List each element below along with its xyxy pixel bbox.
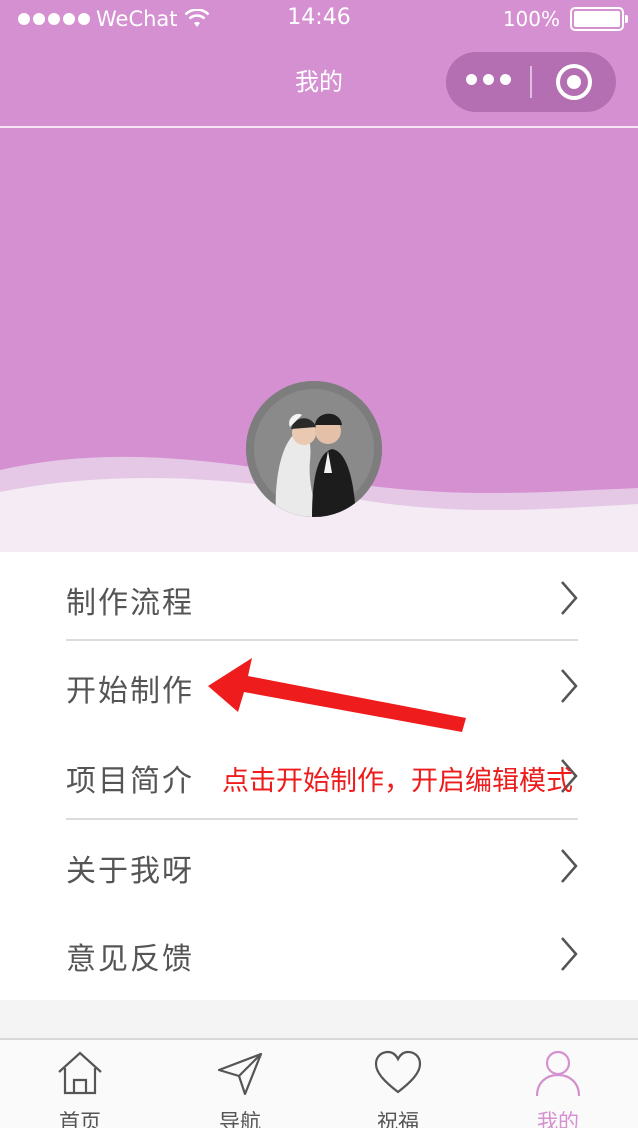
menu-item-label: 意见反馈 [66, 942, 194, 977]
menu-item-label: 关于我呀 [66, 854, 194, 889]
mini-program-page: WeChat 14:46 100% 我的 制作流程 开始制作 项目简介 关于我呀… [0, 0, 638, 1128]
annotation-text: 点击开始制作，开启编辑模式 [222, 766, 573, 797]
user-icon [535, 1050, 581, 1097]
couple-photo [246, 381, 382, 517]
heart-icon [374, 1050, 422, 1094]
status-bar: WeChat 14:46 100% [0, 0, 638, 40]
chevron-right-icon [561, 849, 578, 883]
home-icon [58, 1051, 102, 1095]
mini-program-capsule [446, 52, 616, 112]
user-avatar[interactable] [246, 381, 382, 517]
tab-bar: 首页 导航 祝福 我的 [0, 1038, 638, 1128]
tab-home[interactable]: 首页 [0, 1040, 160, 1128]
tab-label: 祝福 [377, 1110, 419, 1128]
annotation-arrow-icon [208, 658, 466, 732]
tab-blessing[interactable]: 祝福 [318, 1040, 478, 1128]
capsule-divider [530, 66, 532, 98]
tab-navigation[interactable]: 导航 [160, 1040, 320, 1128]
chevron-right-icon [561, 581, 578, 615]
tab-label: 首页 [59, 1110, 101, 1128]
menu-item-production-process[interactable]: 制作流程 [0, 552, 638, 640]
battery-icon [570, 7, 628, 31]
menu-item-label: 开始制作 [66, 674, 194, 709]
profile-header: WeChat 14:46 100% 我的 [0, 0, 638, 552]
tab-mine[interactable]: 我的 [478, 1040, 638, 1128]
close-mini-program-button[interactable] [556, 64, 592, 100]
chevron-right-icon [561, 669, 578, 703]
nav-divider [0, 126, 638, 128]
tab-label: 我的 [537, 1110, 579, 1128]
more-menu-button[interactable] [466, 74, 511, 85]
menu-item-feedback[interactable]: 意见反馈 [0, 908, 638, 996]
menu-item-label: 项目简介 [66, 764, 194, 799]
menu-item-label: 制作流程 [66, 586, 194, 621]
menu-item-about-me[interactable]: 关于我呀 [0, 820, 638, 908]
battery-status: 100% [502, 7, 628, 31]
chevron-right-icon [561, 937, 578, 971]
tab-label: 导航 [219, 1110, 261, 1128]
battery-percent: 100% [502, 7, 560, 31]
navigation-icon [217, 1052, 263, 1096]
